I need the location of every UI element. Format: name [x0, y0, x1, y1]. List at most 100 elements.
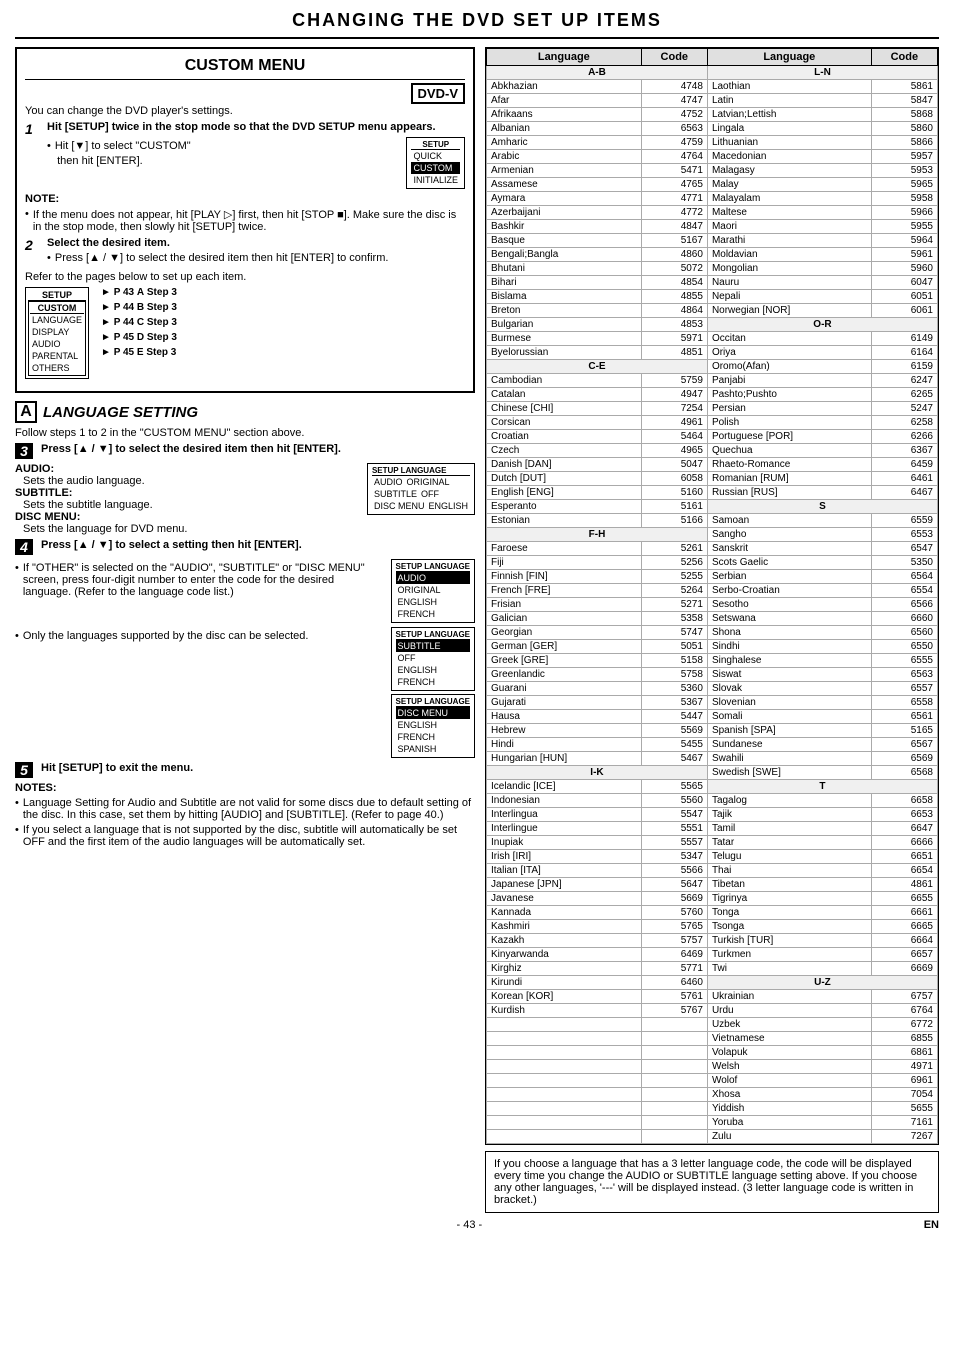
lang-name-right: Nauru	[707, 276, 871, 290]
section-a-title: LANGUAGE SETTING	[43, 404, 198, 421]
lang-name-right: Moldavian	[707, 248, 871, 262]
lang-name-left: Fiji	[487, 556, 642, 570]
lang-code-left: 5560	[641, 794, 707, 808]
lang-name-right: Uzbek	[707, 1018, 871, 1032]
lang-name-right: Latvian;Lettish	[707, 108, 871, 122]
lang-code-right: 4971	[871, 1060, 937, 1074]
lang-code-right: 5961	[871, 248, 937, 262]
lang-code-left: 5771	[641, 962, 707, 976]
lang-code-right: 6567	[871, 738, 937, 752]
lang-name-right: Sindhi	[707, 640, 871, 654]
lang-code-left	[641, 1046, 707, 1060]
lang-name-left: Kashmiri	[487, 920, 642, 934]
lang-code-left: 5264	[641, 584, 707, 598]
lang-name-left: Faroese	[487, 542, 642, 556]
lang-code-left: 4864	[641, 304, 707, 318]
lang-name-left: Cambodian	[487, 374, 642, 388]
lang-name-left: Arabic	[487, 150, 642, 164]
lang-code-left: 5761	[641, 990, 707, 1004]
lang-name-left: Azerbaijani	[487, 206, 642, 220]
lang-code-right: 5247	[871, 402, 937, 416]
lang-code-left: 5447	[641, 710, 707, 724]
lang-code-left: 4855	[641, 290, 707, 304]
lang-name-left: Gujarati	[487, 696, 642, 710]
lang-code-right: 6367	[871, 444, 937, 458]
lang-name-left	[487, 1130, 642, 1144]
lang-code-left: 5569	[641, 724, 707, 738]
lang-name-right: Macedonian	[707, 150, 871, 164]
lang-code-left: 5271	[641, 598, 707, 612]
setup-diagram: SETUP CUSTOM LANGUAGE DISPLAY AUDIO PARE…	[25, 287, 465, 379]
lang-name-right: Swahili	[707, 752, 871, 766]
lang-code-right: 6655	[871, 892, 937, 906]
lang-code-left: 5566	[641, 864, 707, 878]
lang-code-right: 6559	[871, 514, 937, 528]
lang-code-right: 6047	[871, 276, 937, 290]
lang-name-right: Russian [RUS]	[707, 486, 871, 500]
right-divider: L-N	[707, 66, 937, 80]
step4-num: 4	[15, 539, 33, 555]
lang-name-right: Tonga	[707, 906, 871, 920]
lang-name-left: Bengali;Bangla	[487, 248, 642, 262]
disc-menu-text: Sets the language for DVD menu.	[23, 523, 351, 535]
lang-name-right: Maori	[707, 220, 871, 234]
lang-code-left: 5757	[641, 934, 707, 948]
lang-code-left: 5047	[641, 458, 707, 472]
lang-name-left: Abkhazian	[487, 80, 642, 94]
lang-code-left: 5547	[641, 808, 707, 822]
lang-name-right: Pashto;Pushto	[707, 388, 871, 402]
right-divider: U-Z	[707, 976, 937, 990]
lang-name-right: Scots Gaelic	[707, 556, 871, 570]
lang-code-left: 5467	[641, 752, 707, 766]
note-a: • Language Setting for Audio and Subtitl…	[15, 797, 475, 821]
lang-name-left: Breton	[487, 304, 642, 318]
lang-name-right: Polish	[707, 416, 871, 430]
lang-code-right: 6266	[871, 430, 937, 444]
page-num: - 43 - EN	[15, 1219, 939, 1231]
lang-code-left: 4854	[641, 276, 707, 290]
lang-code-right: 6461	[871, 472, 937, 486]
lang-name-right: Yoruba	[707, 1116, 871, 1130]
lang-code-right: 6560	[871, 626, 937, 640]
lang-code-left: 5557	[641, 836, 707, 850]
lang-name-left	[487, 1032, 642, 1046]
lang-name-right: Xhosa	[707, 1088, 871, 1102]
lang-code-right: 5964	[871, 234, 937, 248]
lang-code-right: 6550	[871, 640, 937, 654]
lang-code-left: 4759	[641, 136, 707, 150]
lang-code-left: 6460	[641, 976, 707, 990]
lang-name-right: Sanskrit	[707, 542, 871, 556]
dvd-badge: DVD-V	[25, 86, 465, 101]
custom-menu-title: CUSTOM MENU	[25, 57, 465, 80]
intro-text: You can change the DVD player's settings…	[25, 105, 465, 117]
lang-code-left	[641, 1074, 707, 1088]
lang-code-left: 5347	[641, 850, 707, 864]
lang-name-left: Chinese [CHI]	[487, 402, 642, 416]
lang-code-right: 5955	[871, 220, 937, 234]
right-panel: Language Code Language Code A-BL-NAbkhaz…	[485, 47, 939, 1213]
lang-name-left: English [ENG]	[487, 486, 642, 500]
step2-text: Select the desired item.	[47, 237, 465, 249]
lang-code-left: 5358	[641, 612, 707, 626]
lang-code-right: 5860	[871, 122, 937, 136]
lang-code-left: 5647	[641, 878, 707, 892]
lang-name-right: Siswat	[707, 668, 871, 682]
lang-code-right: 6654	[871, 864, 937, 878]
inline-screens: SETUP LANGUAGE AUDIO ORIGINAL ENGLISH FR…	[383, 559, 475, 623]
lang-code-left: 5158	[641, 654, 707, 668]
lang-code-left: 5261	[641, 542, 707, 556]
lang-code-right: 6660	[871, 612, 937, 626]
lang-name-left: Frisian	[487, 598, 642, 612]
content-area: CUSTOM MENU DVD-V You can change the DVD…	[15, 47, 939, 1213]
lang-name-left: Danish [DAN]	[487, 458, 642, 472]
lang-code-left: 4747	[641, 94, 707, 108]
arrow-row-d: ► P 45 D Step 3	[101, 332, 177, 343]
lang-code-left: 4772	[641, 206, 707, 220]
lang-code-right: 6247	[871, 374, 937, 388]
lang-code-left: 5669	[641, 892, 707, 906]
lang-code-right: 5953	[871, 164, 937, 178]
lang-name-left	[487, 1074, 642, 1088]
lang-code-left: 7254	[641, 402, 707, 416]
lang-name-left: Kannada	[487, 906, 642, 920]
step1-num: 1	[25, 121, 39, 137]
